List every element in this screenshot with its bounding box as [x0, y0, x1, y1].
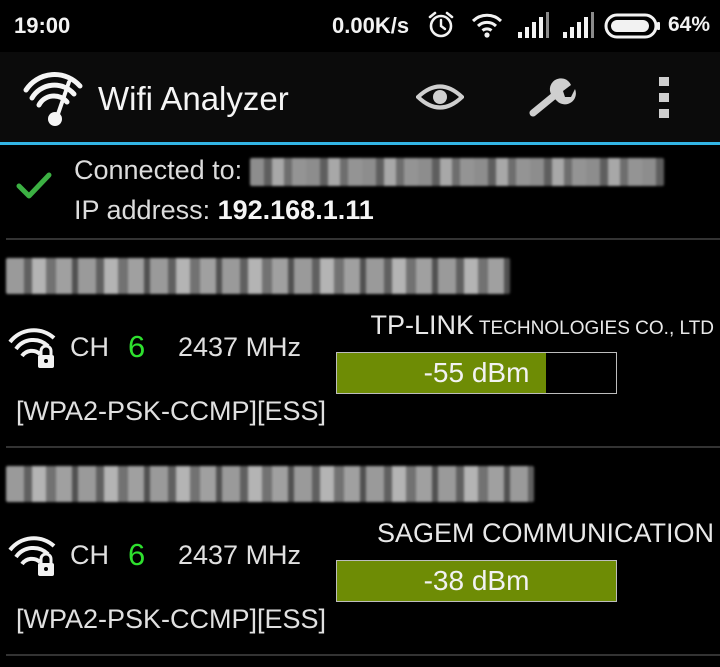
divider: [6, 654, 720, 656]
vendor-name: SAGEM COMMUNICATION: [377, 518, 714, 549]
signal-icon: [561, 10, 595, 45]
ssid-redacted: [6, 258, 510, 294]
vendor-name-main: SAGEM COMMUNICATION: [377, 518, 714, 548]
connection-info: Connected to: IP address: 192.168.1.11: [0, 145, 720, 238]
signal-meter: -55 dBm: [336, 352, 617, 394]
alarm-icon: [426, 10, 456, 45]
channel-number: 6: [128, 329, 146, 364]
battery-percent: 64%: [668, 13, 711, 36]
status-bar: 19:00 0.00K/s 64%: [0, 0, 720, 52]
action-bar: Wifi Analyzer: [0, 52, 720, 144]
battery-icon: [604, 12, 662, 45]
ssid-redacted: [6, 466, 534, 502]
ip-address-label: IP address:: [74, 195, 218, 225]
settings-button[interactable]: [520, 74, 584, 124]
vendor-name-main: TP-LINK: [370, 310, 474, 340]
app-title: Wifi Analyzer: [98, 80, 289, 117]
overflow-menu-button[interactable]: [632, 74, 696, 124]
signal-meter: -38 dBm: [336, 560, 617, 602]
ssid-redacted: [249, 157, 664, 186]
network-item[interactable]: CH 6 2437 MHz TP-LINK TECHNOLOGIES CO., …: [0, 240, 720, 446]
signal-strength: -55 dBm: [423, 357, 530, 388]
signal-strength: -38 dBm: [423, 565, 530, 596]
eye-icon: [415, 82, 465, 117]
overflow-menu-icon: [658, 76, 670, 123]
channel-number: 6: [128, 537, 146, 572]
status-time: 19:00: [14, 13, 71, 38]
ip-address: IP address: 192.168.1.11: [74, 195, 374, 226]
connected-to: Connected to:: [74, 155, 664, 186]
connected-to-label: Connected to:: [74, 155, 250, 185]
check-icon: [16, 171, 52, 206]
frequency: 2437 MHz: [178, 332, 302, 362]
wifi-icon: [470, 10, 504, 45]
wrench-icon: [527, 77, 577, 122]
wifi-locked-icon: [8, 326, 60, 375]
channel-label: CH: [70, 540, 109, 570]
channel-label: CH: [70, 332, 109, 362]
wifi-locked-icon: [8, 534, 60, 583]
app-logo-icon: [22, 68, 86, 133]
network-item[interactable]: CH 6 2437 MHz SAGEM COMMUNICATION -38 dB…: [0, 448, 720, 654]
vendor-name: TP-LINK TECHNOLOGIES CO., LTD: [370, 310, 714, 341]
security-capabilities: [WPA2-PSK-CCMP][ESS]: [16, 396, 327, 426]
vendor-name-rest: TECHNOLOGIES CO., LTD: [473, 318, 714, 339]
ip-address-value: 192.168.1.11: [217, 195, 374, 225]
signal-icon: [516, 10, 550, 45]
network-speed: 0.00K/s: [332, 13, 410, 38]
eye-button[interactable]: [408, 74, 472, 124]
frequency: 2437 MHz: [178, 540, 302, 570]
security-capabilities: [WPA2-PSK-CCMP][ESS]: [16, 604, 327, 634]
